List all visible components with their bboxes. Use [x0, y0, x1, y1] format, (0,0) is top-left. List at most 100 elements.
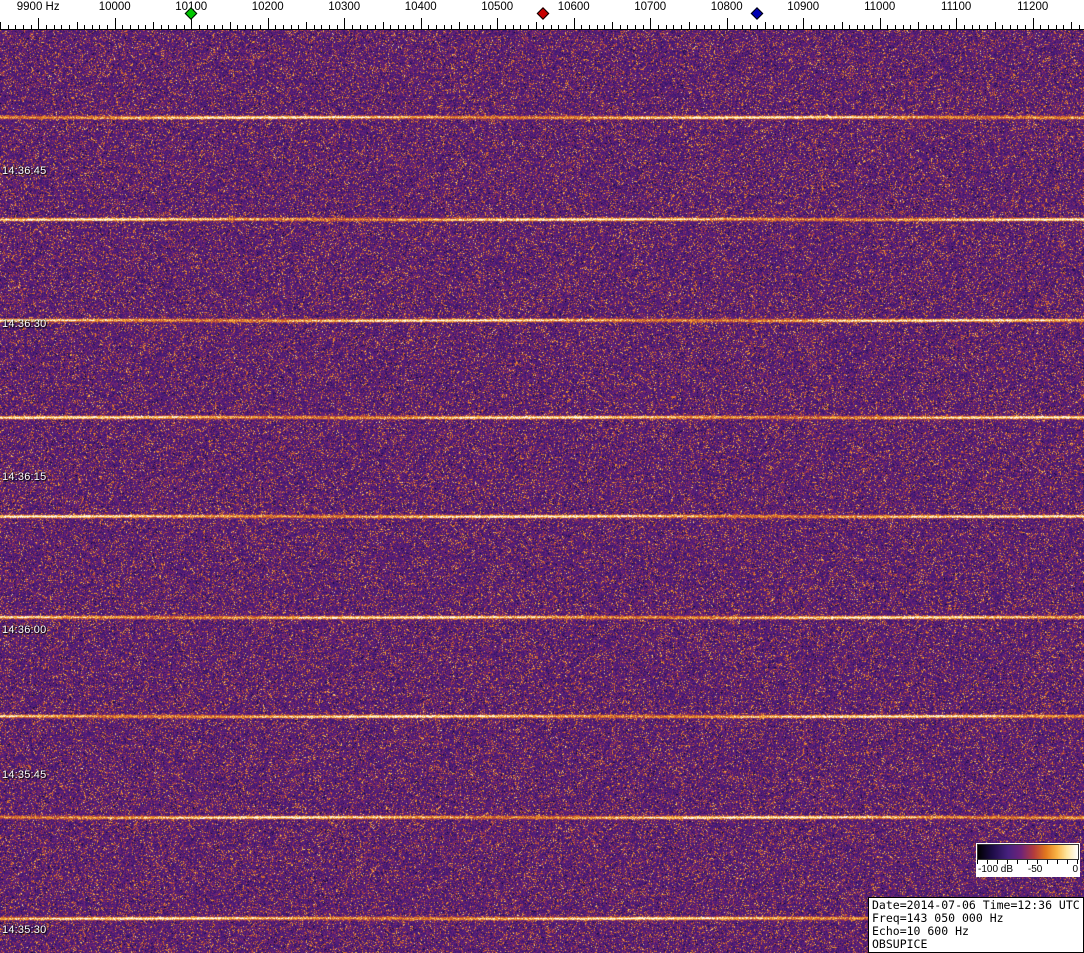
- time-axis-label: 14:35:45: [2, 769, 47, 781]
- waterfall-area: 14:36:45 14:36:30 14:36:15 14:36:00 14:35:45…: [0, 30, 1084, 953]
- frequency-tick: [244, 25, 246, 29]
- frequency-tick: [573, 18, 575, 29]
- frequency-tick: [84, 25, 86, 29]
- frequency-tick: [221, 25, 223, 29]
- frequency-tick: [910, 25, 912, 29]
- colorbar-label-max: 0: [1072, 864, 1078, 875]
- frequency-tick: [359, 25, 361, 29]
- colorbar-label-mid: -50: [1027, 864, 1043, 875]
- frequency-tick: [612, 22, 613, 29]
- frequency-tick: [382, 22, 384, 29]
- frequency-tick: [198, 25, 200, 29]
- frequency-tick: [153, 22, 154, 29]
- frequency-tick: [137, 25, 139, 29]
- frequency-tick: [436, 25, 437, 29]
- frequency-tick: [826, 25, 828, 29]
- frequency-tick: [963, 25, 965, 29]
- frequency-tick-label: 10500: [481, 1, 514, 13]
- frequency-marker-blue[interactable]: [750, 7, 764, 20]
- frequency-tick: [397, 25, 399, 29]
- frequency-tick-label: 10400: [404, 1, 437, 13]
- frequency-tick: [1002, 25, 1004, 29]
- info-box: Date=2014-07-06 Time=12:36 UTC Freq=143 …: [868, 897, 1084, 953]
- frequency-tick: [986, 25, 988, 29]
- frequency-tick: [650, 18, 652, 29]
- frequency-tick: [535, 22, 537, 29]
- frequency-tick: [413, 25, 415, 29]
- frequency-tick: [237, 25, 239, 29]
- frequency-tick: [726, 18, 728, 29]
- frequency-tick: [0, 22, 1, 29]
- frequency-tick: [703, 25, 705, 29]
- frequency-tick: [1025, 25, 1027, 29]
- frequency-tick: [558, 25, 560, 29]
- frequency-tick: [918, 22, 919, 29]
- frequency-tick: [940, 25, 942, 29]
- colorbar-gradient: [977, 844, 1079, 860]
- frequency-tick: [130, 25, 131, 29]
- time-axis-label: 14:36:15: [2, 471, 47, 483]
- frequency-tick: [206, 25, 208, 29]
- frequency-tick: [895, 25, 896, 29]
- frequency-tick: [765, 22, 766, 29]
- frequency-tick: [757, 25, 759, 29]
- frequency-tick: [634, 25, 636, 29]
- frequency-tick: [214, 25, 216, 29]
- frequency-tick: [543, 25, 545, 29]
- frequency-tick: [114, 18, 116, 29]
- frequency-ruler[interactable]: 9900 Hz100001010010200103001040010500106…: [0, 0, 1084, 30]
- frequency-tick: [673, 25, 675, 29]
- time-axis-label: 14:35:30: [2, 924, 47, 936]
- frequency-tick: [474, 25, 476, 29]
- frequency-tick: [810, 25, 812, 29]
- frequency-tick: [175, 25, 177, 29]
- frequency-tick: [734, 25, 736, 29]
- frequency-tick: [466, 25, 468, 29]
- frequency-tick: [1063, 25, 1065, 29]
- frequency-tick-label: 10000: [98, 1, 131, 13]
- frequency-tick: [680, 25, 682, 29]
- frequency-tick: [619, 25, 621, 29]
- frequency-tick: [38, 18, 40, 29]
- colorbar-labels: -100 dB -50 0: [977, 864, 1079, 876]
- frequency-tick: [818, 25, 820, 29]
- frequency-tick: [787, 25, 789, 29]
- frequency-tick: [589, 25, 590, 29]
- frequency-tick: [107, 25, 109, 29]
- frequency-tick: [1040, 25, 1042, 29]
- frequency-tick: [328, 25, 330, 29]
- frequency-tick: [459, 22, 460, 29]
- frequency-tick: [1032, 18, 1034, 29]
- colorbar-legend: -100 dB -50 0: [976, 843, 1080, 877]
- frequency-tick: [596, 25, 598, 29]
- time-axis-label: 14:36:45: [2, 165, 47, 177]
- frequency-tick: [451, 25, 453, 29]
- frequency-tick: [742, 25, 743, 29]
- frequency-tick: [994, 22, 996, 29]
- frequency-tick: [933, 25, 935, 29]
- frequency-marker-red[interactable]: [536, 7, 550, 20]
- frequency-tick: [45, 25, 47, 29]
- frequency-tick: [665, 25, 667, 29]
- frequency-tick: [61, 25, 63, 29]
- frequency-tick: [91, 25, 93, 29]
- frequency-tick: [550, 25, 552, 29]
- frequency-tick: [298, 25, 300, 29]
- frequency-tick: [841, 22, 843, 29]
- frequency-tick: [527, 25, 529, 29]
- frequency-tick: [657, 25, 659, 29]
- frequency-tick: [260, 25, 262, 29]
- frequency-tick: [191, 18, 193, 29]
- frequency-tick-label: 10800: [710, 1, 743, 13]
- frequency-tick: [719, 25, 721, 29]
- frequency-tick: [504, 25, 506, 29]
- frequency-tick-label: 9900 Hz: [16, 1, 60, 13]
- spectrogram-canvas[interactable]: [0, 30, 1084, 953]
- frequency-tick: [275, 25, 277, 29]
- time-axis-label: 14:36:00: [2, 624, 47, 636]
- frequency-tick: [566, 25, 568, 29]
- frequency-tick: [795, 25, 797, 29]
- frequency-tick: [53, 25, 55, 29]
- frequency-tick: [68, 25, 70, 29]
- frequency-tick: [145, 25, 147, 29]
